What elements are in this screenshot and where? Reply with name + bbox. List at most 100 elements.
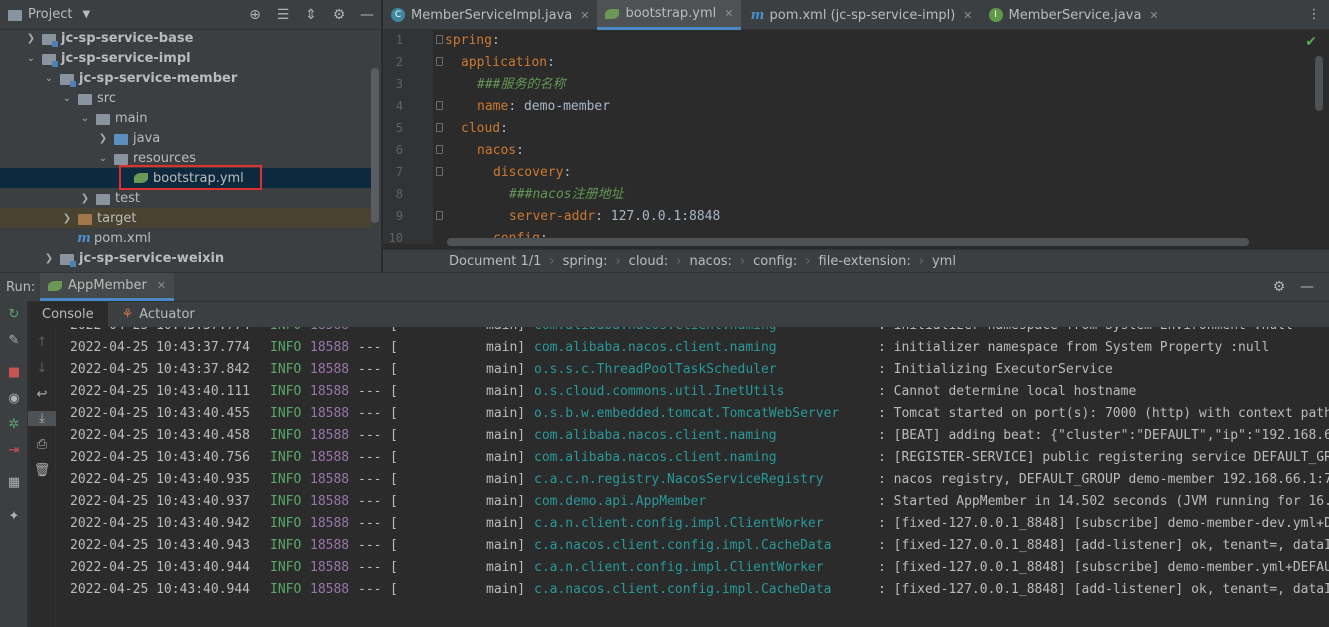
fold-marker-icon[interactable]	[436, 101, 443, 110]
arrow-up-icon[interactable]: ↑	[28, 335, 56, 350]
console-output[interactable]: 2022-04-25 10:43:37.774 INFO 18588 --- main]…	[70, 327, 1329, 627]
locate-icon[interactable]: ⊕	[241, 7, 269, 23]
fold-marker-icon[interactable]	[436, 211, 443, 220]
tab-bootstrap-yml[interactable]: bootstrap.yml ✕	[597, 0, 742, 30]
run-header: Run: AppMember ✕ ⚙ —	[0, 273, 1329, 301]
log-row: 2022-04-25 10:43:40.943 INFO 18588 --- main]…	[70, 535, 1329, 557]
minimize-icon[interactable]: —	[1293, 279, 1321, 295]
log-sep: ---	[358, 406, 382, 421]
tab-console[interactable]: Console	[28, 301, 108, 328]
breadcrumb-separator-icon: ›	[615, 253, 621, 269]
actuator-icon: ⚘	[121, 307, 134, 322]
log-logger: o.s.cloud.commons.util.InetUtils	[534, 384, 785, 399]
line-number: 7	[395, 165, 403, 179]
project-scrollbar[interactable]	[371, 68, 379, 223]
breadcrumb-item[interactable]: cloud:	[629, 254, 669, 269]
breadcrumb-item[interactable]: config:	[753, 254, 797, 269]
chevron-down-icon[interactable]: ⌄	[42, 73, 56, 84]
tab-app-member[interactable]: AppMember ✕	[40, 273, 175, 301]
editor-vertical-scrollbar[interactable]	[1315, 56, 1323, 111]
tab-member-service-impl[interactable]: C MemberServiceImpl.java ✕	[383, 0, 597, 30]
line-number: 5	[395, 121, 403, 135]
layout-icon[interactable]: ▦	[0, 475, 28, 490]
close-icon[interactable]: ✕	[1149, 9, 1158, 22]
log-msg: : [fixed-127.0.0.1_8848] [subscribe] dem…	[878, 516, 1329, 531]
close-icon[interactable]: ✕	[580, 9, 589, 22]
log-pid: 18588	[310, 384, 350, 399]
log-bracket: [	[390, 428, 398, 443]
scroll-to-end-icon[interactable]: ⤓	[28, 411, 56, 426]
arrow-down-icon[interactable]: ↓	[28, 361, 56, 376]
minimize-icon[interactable]: —	[353, 7, 381, 23]
chevron-down-icon[interactable]: ⌄	[60, 93, 74, 104]
tree-item-src[interactable]: ⌄ src	[0, 88, 371, 108]
chevron-right-icon[interactable]: ❯	[24, 33, 38, 44]
tree-item-java[interactable]: ❯ java	[0, 128, 371, 148]
log-bracket: [	[390, 406, 398, 421]
chevron-right-icon[interactable]: ❯	[60, 213, 74, 224]
expand-all-icon[interactable]: ☰	[269, 7, 297, 23]
gear-icon[interactable]: ⚙	[1265, 279, 1293, 295]
breadcrumb-item[interactable]: nacos:	[689, 254, 731, 269]
chevron-right-icon[interactable]: ❯	[96, 133, 110, 144]
close-icon[interactable]: ✕	[724, 7, 733, 20]
stop-icon[interactable]: ■	[0, 365, 28, 380]
debug-icon[interactable]: ✲	[0, 417, 28, 432]
print-icon[interactable]: ⎙	[28, 437, 56, 452]
interface-icon: I	[988, 8, 1003, 22]
tree-item-jc-sp-service-base[interactable]: ❯ jc-sp-service-base	[0, 28, 371, 48]
rerun-icon[interactable]: ↻	[0, 307, 28, 322]
collapse-all-icon[interactable]: ⇕	[297, 7, 325, 23]
log-msg: : [BEAT] adding beat: {"cluster":"DEFAUL…	[878, 428, 1329, 443]
close-icon[interactable]: ✕	[157, 279, 166, 292]
folder-icon	[78, 93, 92, 105]
log-sep: ---	[358, 472, 382, 487]
soft-wrap-icon[interactable]: ↩	[28, 387, 56, 402]
breadcrumb-item[interactable]: spring:	[563, 254, 608, 269]
fold-marker-icon[interactable]	[436, 35, 443, 44]
tree-item-main[interactable]: ⌄ main	[0, 108, 371, 128]
log-sep: ---	[358, 560, 382, 575]
chevron-down-icon[interactable]: ▼	[82, 9, 90, 20]
tab-actuator[interactable]: ⚘ Actuator	[108, 302, 209, 328]
tree-item-jc-sp-service-member[interactable]: ⌄ jc-sp-service-member	[0, 68, 371, 88]
chevron-down-icon[interactable]: ⌄	[78, 113, 92, 124]
pin-icon[interactable]: ✦	[0, 509, 28, 524]
tree-item-test[interactable]: ❯ test	[0, 188, 371, 208]
code-area[interactable]: spring: application: ###服务的名称 name: demo…	[445, 30, 1313, 244]
fold-marker-icon[interactable]	[436, 57, 443, 66]
wrench-icon[interactable]: ✎	[0, 333, 28, 348]
trash-icon[interactable]: 🗑	[28, 463, 56, 478]
log-thread: main]	[486, 340, 526, 355]
editor-horizontal-scrollbar[interactable]	[447, 238, 1249, 246]
tree-item-target[interactable]: ❯ target	[0, 208, 371, 228]
tab-member-service[interactable]: I MemberService.java ✕	[981, 0, 1167, 30]
subtab-label: Console	[42, 307, 94, 322]
tab-pom-xml[interactable]: m pom.xml (jc-sp-service-impl) ✕	[741, 0, 980, 30]
tree-item-jc-sp-service-weixin[interactable]: ❯ jc-sp-service-weixin	[0, 248, 371, 268]
exit-icon[interactable]: ⇥	[0, 443, 28, 458]
tree-item-jc-sp-service-impl[interactable]: ⌄ jc-sp-service-impl	[0, 48, 371, 68]
camera-icon[interactable]: ◉	[0, 391, 28, 406]
chevron-down-icon[interactable]: ⌄	[96, 153, 110, 164]
log-level: INFO	[270, 450, 302, 465]
gear-icon[interactable]: ⚙	[325, 7, 353, 23]
fold-marker-icon[interactable]	[436, 145, 443, 154]
breadcrumb-separator-icon: ›	[676, 253, 682, 269]
more-tabs-icon[interactable]: ⋮	[1299, 0, 1329, 29]
project-title[interactable]: Project	[28, 7, 72, 22]
log-thread: main]	[486, 560, 526, 575]
breadcrumb-item[interactable]: Document 1/1	[449, 254, 541, 269]
log-ts: 2022-04-25 10:43:40.935	[70, 472, 251, 487]
fold-marker-icon[interactable]	[436, 167, 443, 176]
chevron-down-icon[interactable]: ⌄	[24, 53, 38, 64]
chevron-right-icon[interactable]: ❯	[78, 193, 92, 204]
close-icon[interactable]: ✕	[963, 9, 972, 22]
tree-item-pom-xml[interactable]: m pom.xml	[0, 228, 371, 248]
chevron-right-icon[interactable]: ❯	[42, 253, 56, 264]
breadcrumb-item[interactable]: file-extension:	[819, 254, 911, 269]
fold-marker-icon[interactable]	[436, 123, 443, 132]
log-bracket: [	[390, 362, 398, 377]
breadcrumb-item[interactable]: yml	[932, 254, 956, 269]
log-logger: c.a.nacos.client.config.impl.CacheData	[534, 538, 832, 553]
